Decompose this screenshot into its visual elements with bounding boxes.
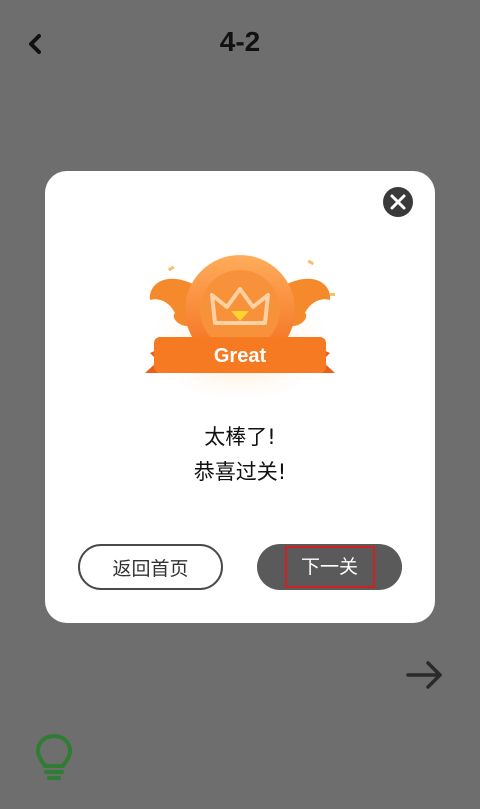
next-level-button[interactable]: 下一关 [257, 544, 402, 590]
great-badge: Great [140, 245, 340, 400]
medal-icon [145, 255, 335, 400]
congrats-line-1: 太棒了! [204, 425, 276, 449]
close-icon [390, 194, 406, 210]
congrats-line-2: 恭喜过关! [193, 460, 287, 484]
close-button[interactable] [383, 187, 413, 217]
next-arrow-button[interactable] [404, 656, 446, 694]
success-dialog: Great 太棒了! 恭喜过关! 返回首页 下一关 [45, 171, 435, 623]
lightbulb-icon [35, 733, 73, 780]
level-title: 4-2 [219, 26, 261, 57]
hint-button[interactable] [34, 732, 74, 782]
arrow-right-icon [406, 661, 442, 689]
badge-label: Great [213, 345, 267, 367]
highlight-box [285, 546, 375, 588]
home-button[interactable]: 返回首页 [78, 544, 223, 590]
